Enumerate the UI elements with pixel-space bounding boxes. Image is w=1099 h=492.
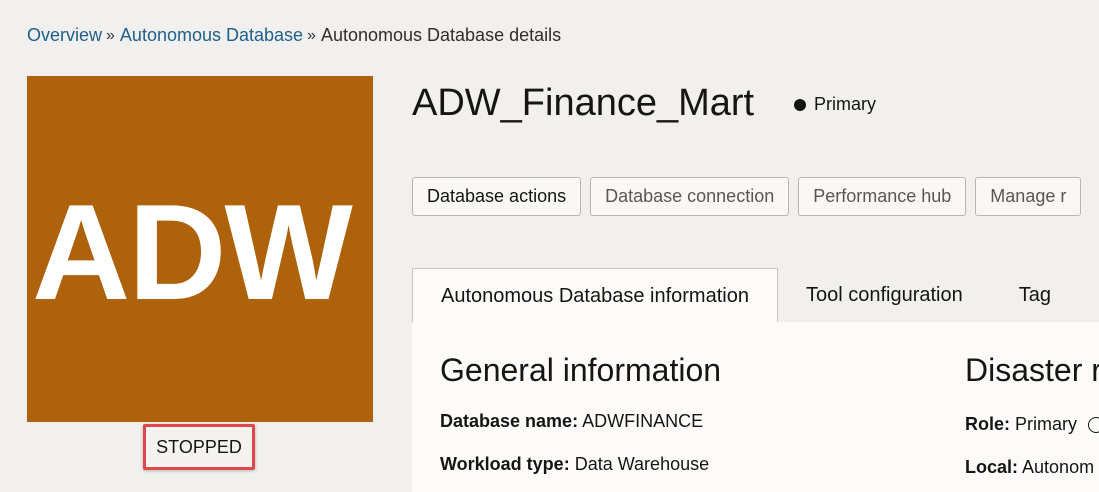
workload-type-field: Workload type: Data Warehouse: [440, 454, 709, 475]
dr-local-field: Local: Autonom: [965, 457, 1094, 478]
role-label: Primary: [814, 94, 876, 114]
workload-type-label: Workload type:: [440, 454, 570, 474]
status-dot-icon: [794, 98, 806, 111]
lifecycle-state-badge: STOPPED: [143, 424, 255, 470]
database-name-value: ADWFINANCE: [582, 411, 704, 431]
details-tabs: Autonomous Database information Tool con…: [412, 268, 1099, 323]
database-connection-button[interactable]: Database connection: [590, 177, 790, 216]
dr-local-label: Local:: [965, 457, 1019, 477]
tab-tags[interactable]: Tag: [991, 268, 1079, 322]
database-actions-button[interactable]: Database actions: [412, 177, 582, 216]
breadcrumb-autonomous-database-link[interactable]: Autonomous Database: [120, 25, 303, 46]
tab-panel: General information Database name: ADWFI…: [412, 322, 1099, 492]
tab-tool-configuration[interactable]: Tool configuration: [778, 268, 991, 322]
database-name-field: Database name: ADWFINANCE: [440, 411, 703, 432]
database-name-label: Database name:: [440, 411, 579, 431]
breadcrumb-separator: »: [307, 26, 316, 44]
info-icon[interactable]: [1088, 417, 1099, 433]
database-type-tile-text: ADW: [32, 176, 353, 328]
breadcrumb-overview-link[interactable]: Overview: [27, 25, 102, 46]
page-title: ADW_Finance_Mart: [412, 82, 755, 124]
role-indicator: Primary: [794, 94, 876, 115]
dr-role-field: Role: Primary: [965, 414, 1099, 435]
manage-button[interactable]: Manage r: [975, 177, 1082, 216]
performance-hub-button[interactable]: Performance hub: [798, 177, 967, 216]
tab-autonomous-database-information[interactable]: Autonomous Database information: [412, 268, 778, 323]
dr-role-label: Role:: [965, 414, 1010, 434]
breadcrumb-separator: »: [106, 26, 115, 44]
breadcrumb-current: Autonomous Database details: [320, 25, 562, 45]
dr-role-value: Primary: [1015, 414, 1078, 434]
workload-type-value: Data Warehouse: [574, 454, 710, 474]
breadcrumb: Overview » Autonomous Database » Autonom…: [27, 25, 561, 46]
disaster-recovery-heading: Disaster r: [965, 352, 1099, 388]
general-information-heading: General information: [440, 352, 722, 388]
dr-local-value: Autonom: [1022, 457, 1095, 477]
action-toolbar: Database actions Database connection Per…: [412, 177, 1082, 216]
database-type-tile: ADW: [27, 76, 373, 422]
